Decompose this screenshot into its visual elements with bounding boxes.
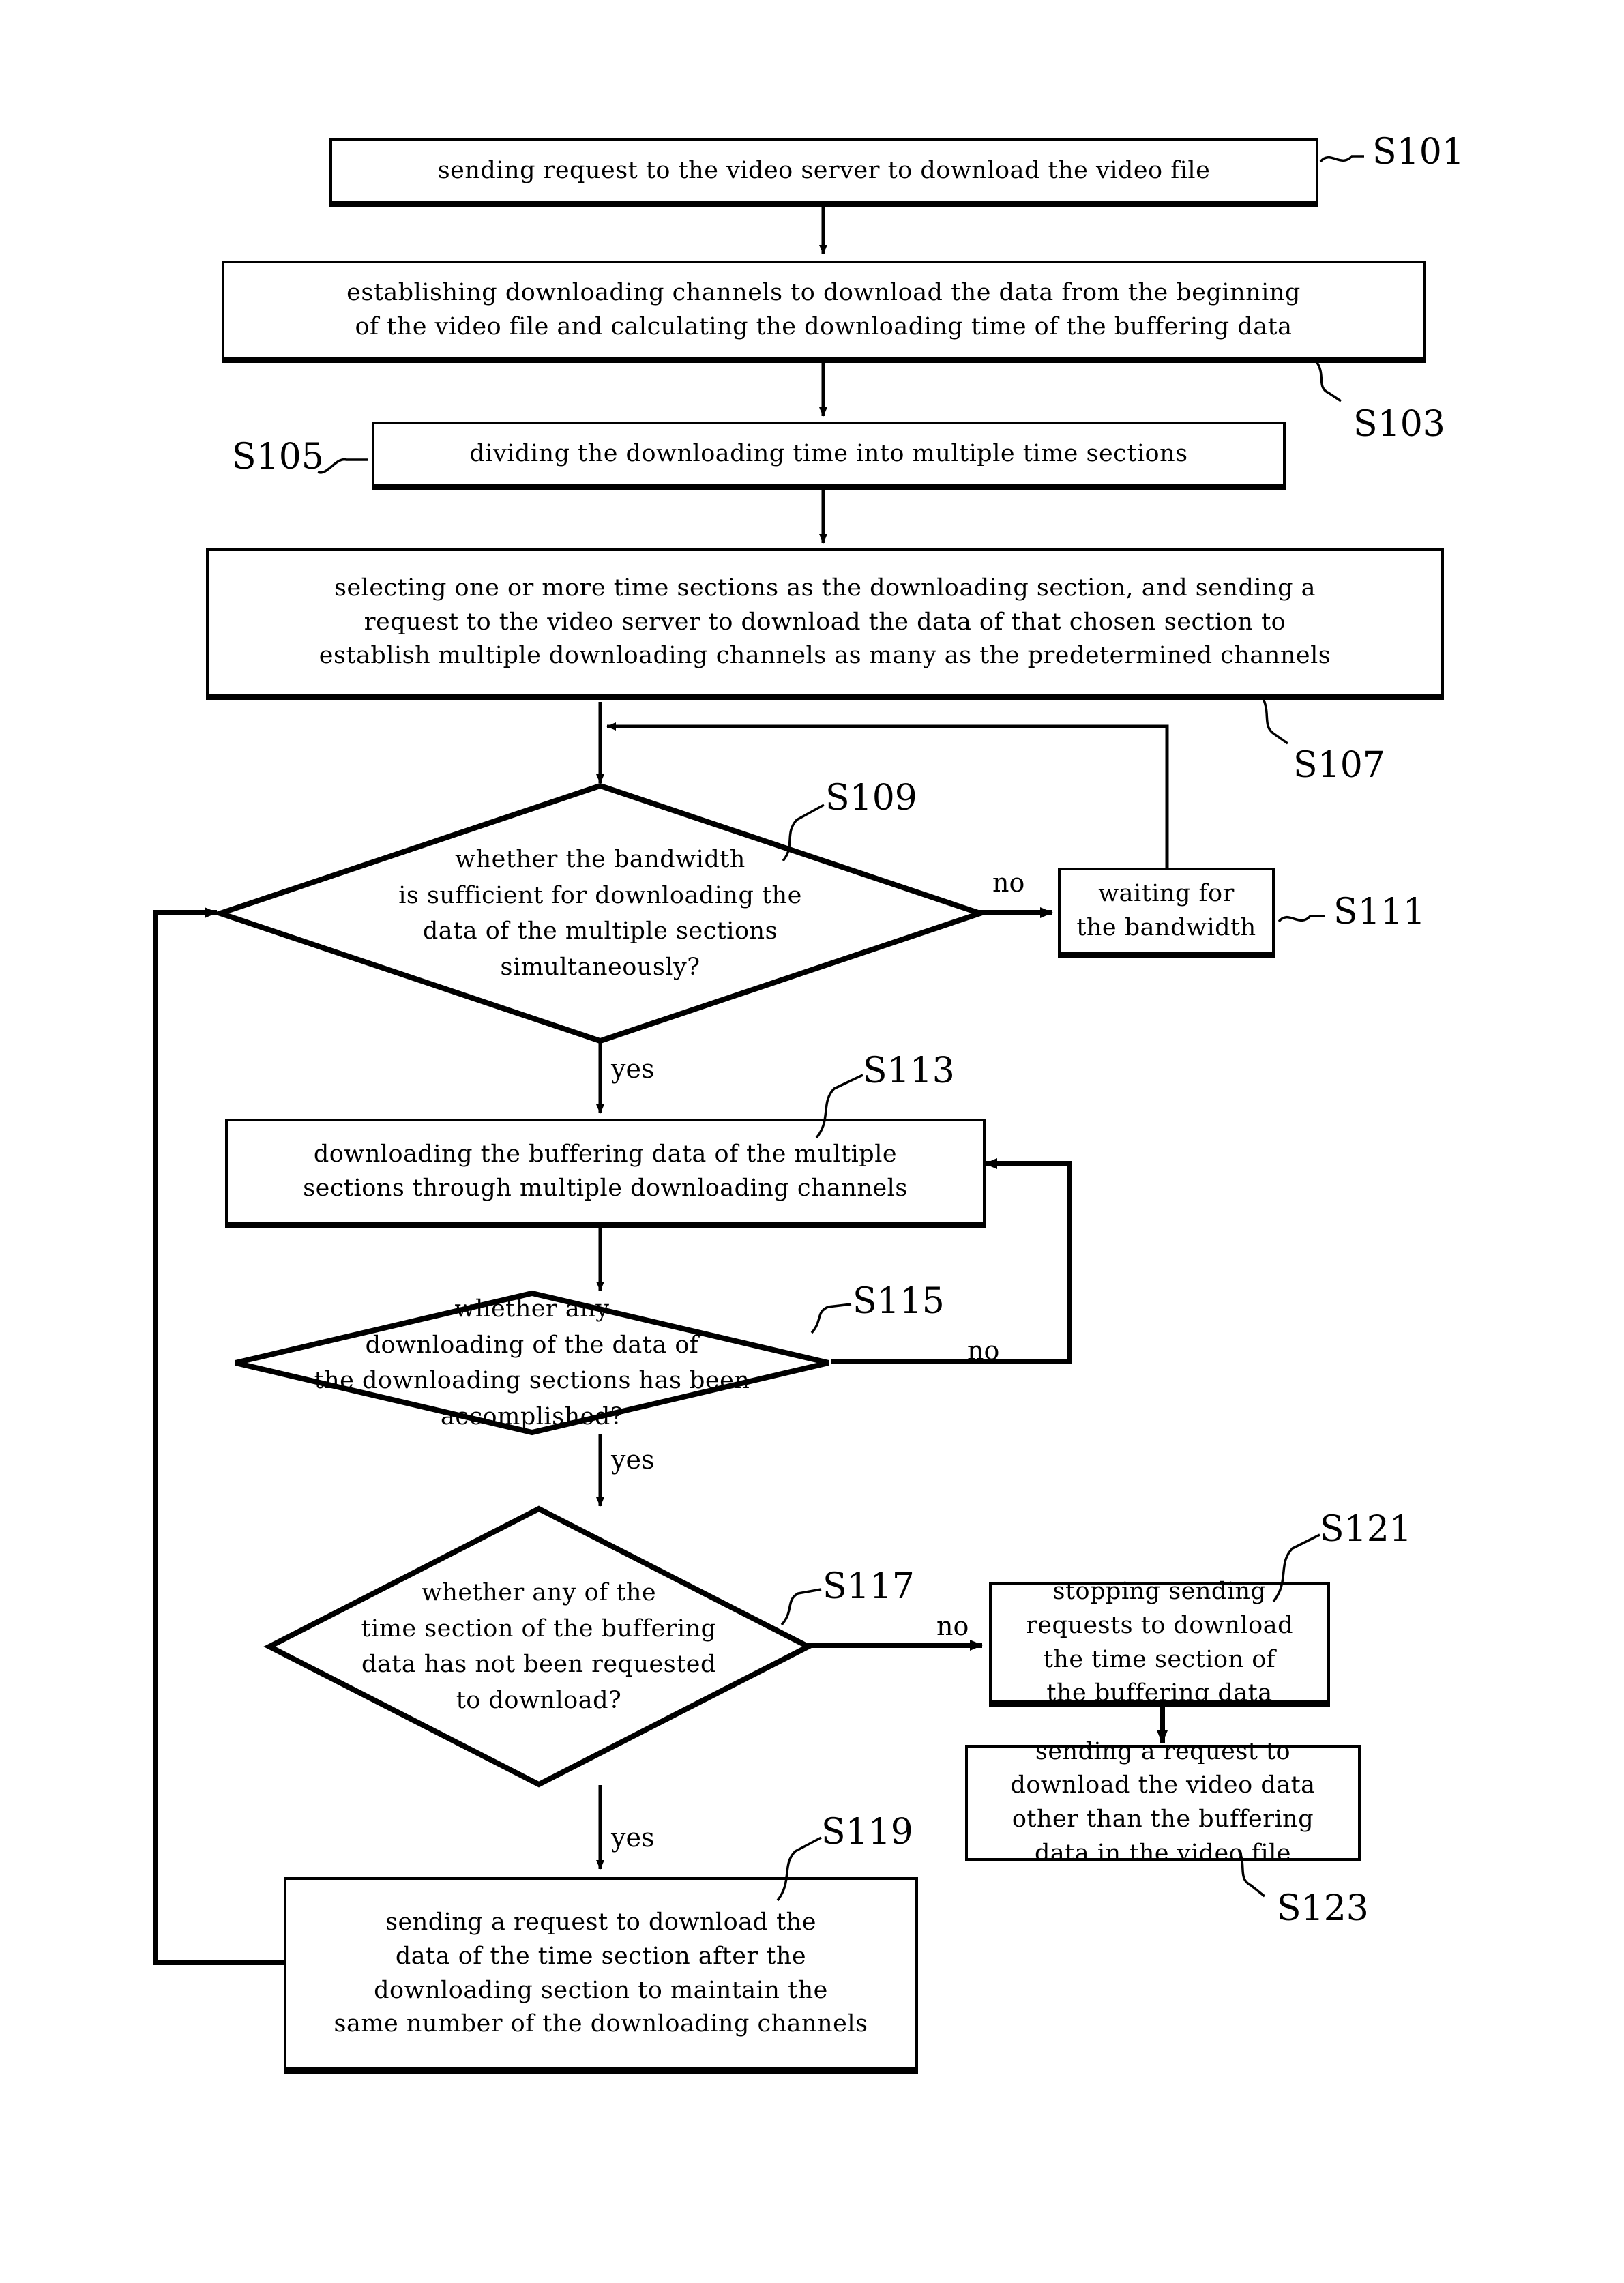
leader-line-s107 [1260, 696, 1289, 745]
node-s107-line1: selecting one or more time sections as t… [334, 574, 1316, 602]
ref-label-s121: S121 [1272, 1509, 1412, 1603]
node-s119-line1: sending a request to download the [385, 1909, 816, 1936]
node-s117[interactable]: whether any of the time section of the b… [263, 1505, 814, 1788]
node-s113[interactable]: downloading the buffering data of the mu… [225, 1119, 986, 1228]
ref-label-s111: S111 [1278, 892, 1426, 932]
ref-label-s107: S107 [1260, 696, 1385, 786]
ref-label-s113: S113 [815, 1050, 955, 1139]
node-s101[interactable]: sending request to the video server to d… [329, 138, 1318, 207]
leader-line-s101 [1319, 155, 1364, 163]
edge-s119-back-s109 [153, 907, 284, 1965]
node-s119-line3: downloading section to maintain the [374, 1976, 828, 2004]
node-s121-line2: requests to download [1026, 1611, 1293, 1639]
leader-line-s105 [317, 458, 368, 474]
node-s111[interactable]: waiting for the bandwidth [1058, 868, 1275, 958]
edge-label-s115-no: no [967, 1336, 1000, 1366]
leader-line-s111 [1278, 915, 1325, 923]
node-s111-line1: waiting for [1098, 879, 1235, 907]
leader-line-s119 [776, 1836, 822, 1902]
leader-line-s123 [1237, 1850, 1266, 1898]
ref-label-s115: S115 [810, 1281, 945, 1334]
ref-label-s123: S123 [1237, 1850, 1369, 1929]
node-s123-line2: download the video data [1010, 1771, 1316, 1799]
node-s101-text: sending request to the video server to d… [437, 156, 1211, 184]
node-s109[interactable]: whether the bandwidth is sufficient for … [211, 782, 989, 1044]
leader-line-s109 [782, 804, 825, 862]
edge-label-s109-yes: yes [611, 1054, 655, 1084]
edge-label-s109-no: no [992, 868, 1025, 898]
node-s105[interactable]: dividing the downloading time into multi… [372, 422, 1286, 490]
node-s107-line2: request to the video server to download … [364, 608, 1286, 636]
edge-label-s115-yes: yes [611, 1445, 655, 1475]
leader-line-s103 [1315, 360, 1342, 402]
node-s121-line4: the buffering data [1046, 1679, 1273, 1707]
node-s115[interactable]: whether any downloading of the data of t… [232, 1290, 832, 1436]
ref-label-s101: S101 [1319, 132, 1464, 173]
flowchart-figure: sending request to the video server to d… [0, 0, 1624, 2283]
ref-label-s117: S117 [780, 1566, 915, 1626]
node-s103-line2: of the video file and calculating the do… [355, 312, 1293, 340]
node-s103[interactable]: establishing downloading channels to dow… [222, 261, 1426, 363]
edge-label-s117-no: no [936, 1611, 969, 1641]
node-s121-line3: the time section of [1043, 1645, 1276, 1673]
node-s105-text: dividing the downloading time into multi… [469, 439, 1188, 467]
node-s111-line2: the bandwidth [1076, 913, 1256, 941]
ref-label-s109: S109 [782, 778, 917, 862]
node-s113-line2: sections through multiple downloading ch… [303, 1174, 908, 1202]
edge-label-s117-yes: yes [611, 1823, 655, 1853]
node-s123[interactable]: sending a request to download the video … [965, 1738, 1361, 1867]
leader-line-s115 [810, 1303, 852, 1334]
node-s107-line3: establish multiple downloading channels … [319, 642, 1331, 670]
node-s121-line1: stopping sending [1052, 1578, 1267, 1606]
leader-line-s113 [815, 1074, 863, 1139]
node-s123-line1: sending a request to [1035, 1737, 1291, 1765]
node-s119-line2: data of the time section after the [395, 1942, 807, 1970]
leader-line-s117 [780, 1588, 822, 1626]
ref-label-s105: S105 [232, 437, 368, 477]
leader-line-s121 [1272, 1533, 1320, 1603]
node-s113-line1: downloading the buffering data of the mu… [313, 1140, 898, 1168]
ref-label-s103: S103 [1315, 360, 1445, 445]
node-s103-line1: establishing downloading channels to dow… [346, 278, 1301, 306]
ref-label-s119: S119 [776, 1812, 913, 1902]
node-s123-line3: other than the buffering [1012, 1806, 1314, 1833]
node-s119-line4: same number of the downloading channels [334, 2010, 868, 2038]
node-s119[interactable]: sending a request to download the data o… [284, 1877, 918, 2074]
node-s107[interactable]: selecting one or more time sections as t… [206, 548, 1444, 700]
